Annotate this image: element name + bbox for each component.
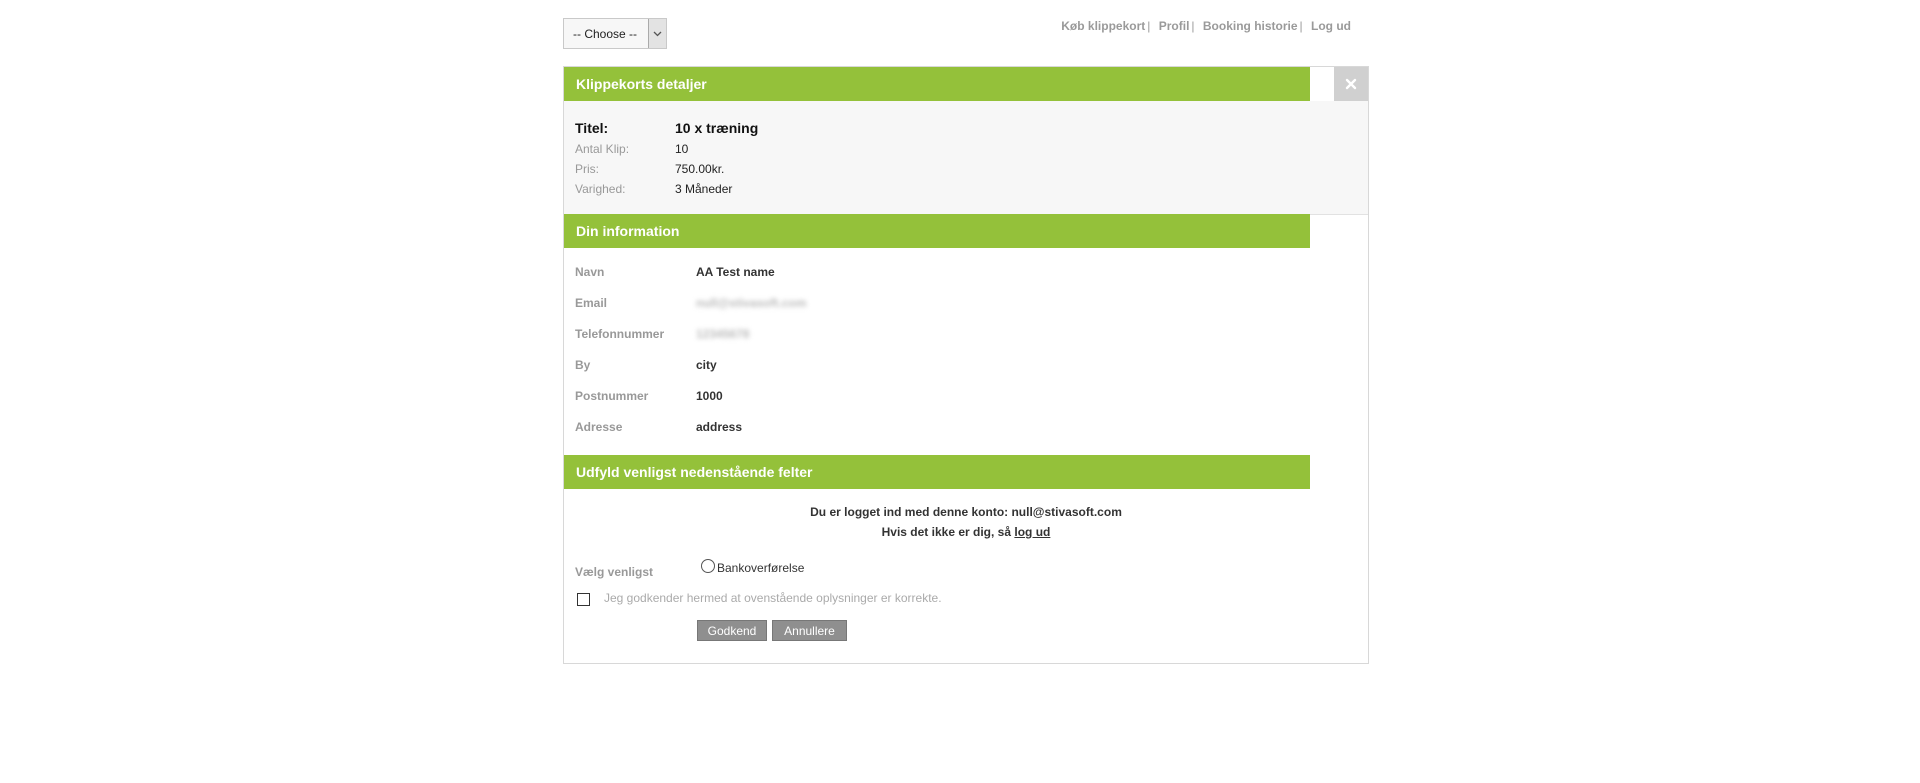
detail-value: 3 Måneder: [675, 182, 733, 196]
info-label: By: [575, 358, 591, 372]
close-button[interactable]: [1334, 67, 1368, 101]
terms-label: Jeg godkender hermed at ovenstående oply…: [604, 591, 942, 605]
choose-select[interactable]: -- Choose --: [563, 18, 667, 49]
info-header: Din information: [564, 214, 1310, 248]
nav-buy-card[interactable]: Køb klippekort: [1061, 19, 1145, 33]
not-you-text: Hvis det ikke er dig, så: [881, 525, 1012, 539]
payment-radio-bank-transfer[interactable]: [701, 559, 715, 573]
nav-separator: |: [1299, 19, 1303, 33]
detail-label: Varighed:: [575, 182, 626, 196]
cancel-button[interactable]: Annullere: [772, 620, 847, 641]
nav-separator: |: [1191, 19, 1195, 33]
payment-label: Vælg venligst: [575, 565, 654, 579]
top-bar: -- Choose -- Køb klippekort | Profil | Boo…: [563, 0, 1369, 66]
nav-separator: |: [1147, 19, 1151, 33]
info-value: city: [696, 358, 717, 372]
detail-title-label: Titel:: [575, 120, 609, 136]
nav-profile[interactable]: Profil: [1159, 19, 1190, 33]
logged-in-notice: Du er logget ind med denne konto: null@s…: [810, 505, 1122, 519]
nav-booking-history[interactable]: Booking historie: [1203, 19, 1298, 33]
logout-link[interactable]: log ud: [1014, 525, 1050, 539]
info-value: 12345678: [696, 327, 750, 341]
info-value: null@stivasoft.com: [696, 296, 807, 310]
detail-value: 750.00kr.: [675, 162, 725, 176]
top-nav: Køb klippekort | Profil | Booking historie…: [1061, 19, 1351, 33]
terms-checkbox[interactable]: [577, 593, 590, 606]
choose-select-value: -- Choose --: [573, 27, 638, 41]
info-label: Email: [575, 296, 608, 310]
not-you-notice: Hvis det ikke er dig, så log ud: [564, 525, 1368, 539]
detail-title-value: 10 x træning: [675, 120, 759, 136]
detail-label: Pris:: [575, 162, 599, 176]
info-value: address: [696, 420, 743, 434]
detail-label: Antal Klip:: [575, 142, 630, 156]
form-header: Udfyld venligst nedenstående felter: [564, 455, 1310, 489]
info-label: Postnummer: [575, 389, 649, 403]
info-label: Navn: [575, 265, 605, 279]
payment-option-label[interactable]: Bankoverførelse: [717, 561, 804, 575]
card-details: Titel: 10 x træning Antal Klip: 10 Pris:…: [564, 101, 1368, 215]
close-icon: [1345, 78, 1357, 90]
booking-panel: Klippekorts detaljer Titel: 10 x træning…: [563, 66, 1369, 664]
chevron-down-icon[interactable]: [648, 19, 666, 48]
nav-logout[interactable]: Log ud: [1311, 19, 1351, 33]
detail-value: 10: [675, 142, 689, 156]
info-label: Telefonnummer: [575, 327, 665, 341]
info-value: AA Test name: [696, 265, 775, 279]
info-label: Adresse: [575, 420, 623, 434]
details-header: Klippekorts detaljer: [564, 67, 1310, 101]
info-value: 1000: [696, 389, 723, 403]
approve-button[interactable]: Godkend: [697, 620, 767, 641]
page-container: -- Choose -- Køb klippekort | Profil | Boo…: [563, 0, 1369, 664]
